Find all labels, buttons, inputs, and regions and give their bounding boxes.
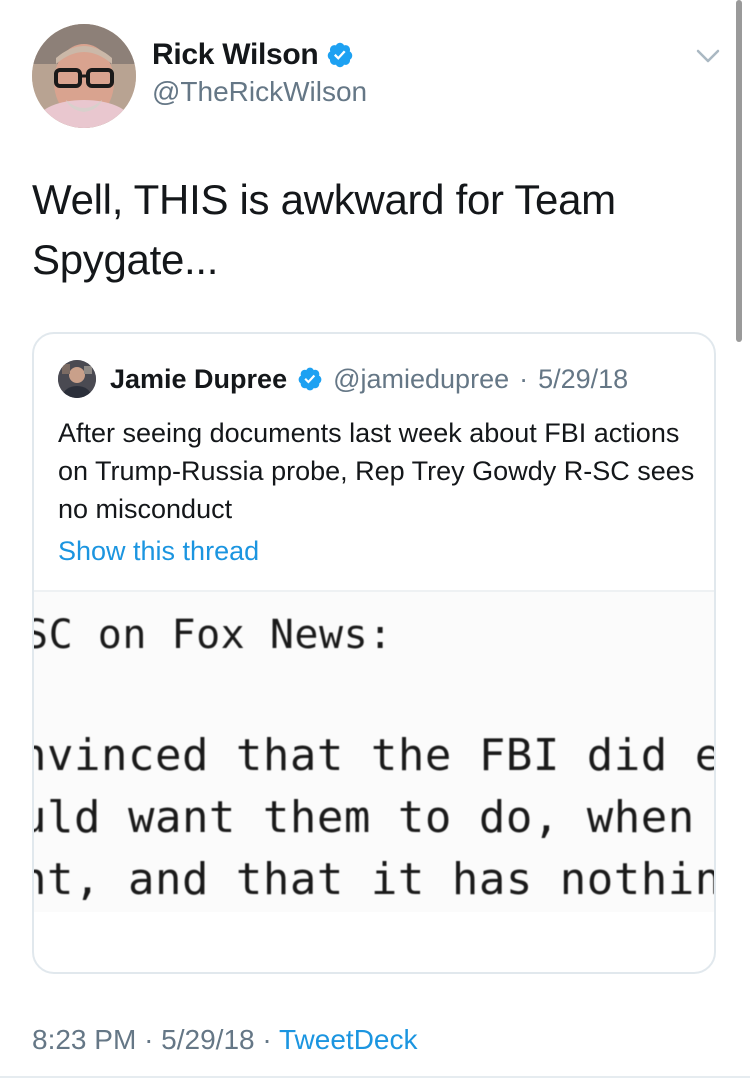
author-name-row: Rick Wilson [152,38,354,72]
quoted-author-handle: @jamiedupree [333,363,510,394]
tweet-detail: Rick Wilson @TheRickWilson Well, THIS is… [0,0,750,1080]
quoted-tweet-header: Jamie Dupree @jamiedupree · 5/29/18 [58,360,628,398]
image-text-line: nt, and that it has nothing [34,854,716,905]
divider [0,1076,750,1078]
chevron-down-icon[interactable] [692,40,724,72]
image-text-line: uld want them to do, when [34,792,716,843]
tweet-date[interactable]: 5/29/18 [161,1024,254,1055]
quoted-header-separator: · [519,363,529,394]
tweet-text: Well, THIS is awkward for Team Spygate..… [32,176,616,283]
quoted-tweet-image[interactable]: SC on Fox News: nvinced that the FBI did… [34,590,716,912]
author-name[interactable]: Rick Wilson [152,38,319,72]
verified-badge-icon [298,367,322,391]
show-thread-link[interactable]: Show this thread [58,536,259,567]
quoted-author-name: Jamie Dupree [110,363,288,394]
tweet-meta-footer: 8:23 PM · 5/29/18 · TweetDeck [32,1024,417,1056]
quoted-author-avatar [58,360,96,398]
scrollbar[interactable] [736,0,742,342]
quoted-tweet-date: 5/29/18 [538,363,629,394]
tweet-time[interactable]: 8:23 PM [32,1024,136,1055]
image-text-line: SC on Fox News: [34,612,393,658]
author-handle[interactable]: @TheRickWilson [152,76,367,108]
tweet-source-link[interactable]: TweetDeck [279,1024,418,1055]
quoted-tweet-text: After seeing documents last week about F… [58,418,695,524]
quoted-tweet-card[interactable]: Jamie Dupree @jamiedupree · 5/29/18 Afte… [32,332,716,974]
footer-separator: · [262,1024,272,1055]
image-text-line: nvinced that the FBI did e [34,730,716,781]
verified-badge-icon [328,42,353,68]
author-avatar[interactable] [32,24,136,128]
footer-separator: · [144,1024,154,1055]
